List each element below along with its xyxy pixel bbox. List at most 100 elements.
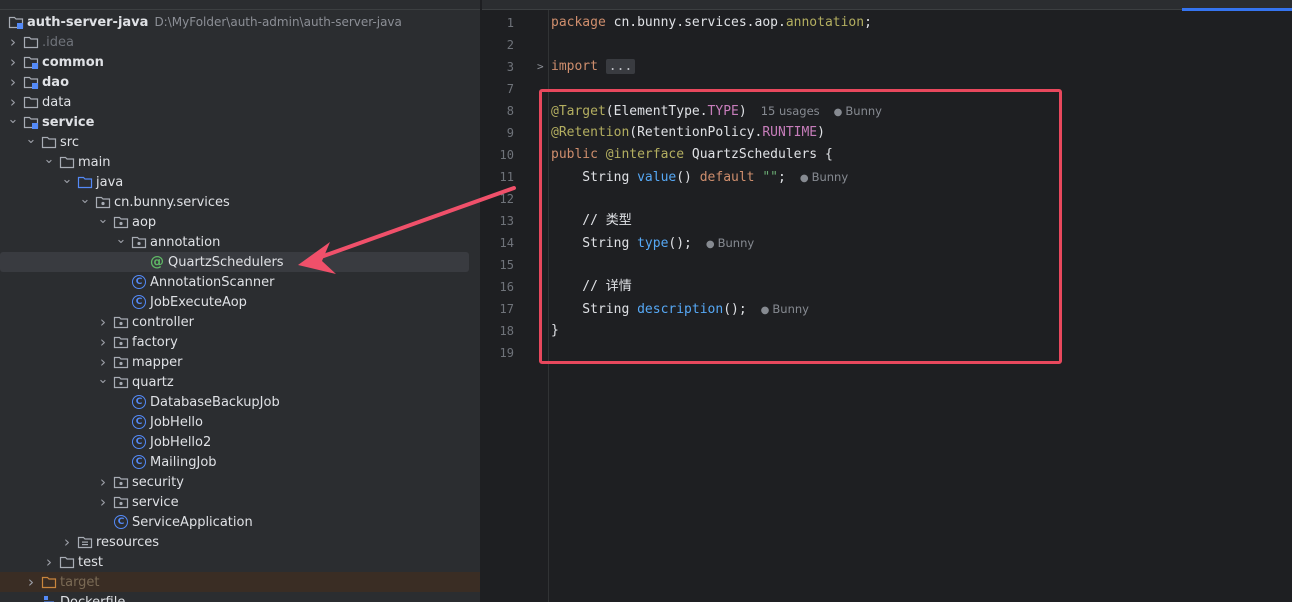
module-icon <box>8 14 24 30</box>
chevron-down-icon[interactable]: ⌄ <box>78 189 92 209</box>
panel-toolbar <box>0 0 480 10</box>
tree-item[interactable]: ⌄ annotation <box>0 229 480 252</box>
tree-item-label: main <box>78 154 111 170</box>
class-icon: C <box>131 434 147 450</box>
tree-item[interactable]: › security <box>0 472 480 492</box>
chevron-right-icon[interactable]: › <box>6 52 20 72</box>
code-token: package <box>551 15 614 30</box>
line-number: 18 <box>499 324 514 338</box>
chevron-right-icon[interactable]: › <box>96 492 110 512</box>
line-number: 13 <box>499 214 514 228</box>
package-icon <box>131 234 147 250</box>
folder-icon <box>23 94 39 110</box>
package-icon <box>113 334 129 350</box>
source-folder-icon <box>77 174 93 190</box>
tree-item-label: src <box>60 134 79 150</box>
class-icon: C <box>131 414 147 430</box>
code-line[interactable]: 3 > import ... <box>482 56 1292 78</box>
tree-item[interactable]: ›CMailingJob <box>0 452 480 472</box>
tree-item[interactable]: ⌄ aop <box>0 209 480 232</box>
tree-item[interactable]: › test <box>0 552 480 572</box>
folder-icon <box>59 554 75 570</box>
tree-item-label: quartz <box>132 374 174 390</box>
tree-item-label: controller <box>132 314 195 330</box>
tree-item[interactable]: › factory <box>0 332 480 352</box>
class-icon: C <box>131 274 147 290</box>
tree-item-label: Dockerfile <box>60 594 126 602</box>
tree-item[interactable]: › data <box>0 92 480 112</box>
code-line[interactable]: 1 package cn.bunny.services.aop.annotatio… <box>482 12 1292 34</box>
chevron-down-icon[interactable]: ⌄ <box>42 149 56 169</box>
line-number: 3 <box>506 60 514 74</box>
tree-item[interactable]: › mapper <box>0 352 480 372</box>
tree-item[interactable]: › common <box>0 52 480 72</box>
chevron-down-icon[interactable]: ⌄ <box>114 229 128 249</box>
chevron-right-icon[interactable]: › <box>24 572 38 592</box>
tree-item-label: mapper <box>132 354 183 370</box>
tree-item[interactable]: › controller <box>0 312 480 332</box>
tree-item[interactable]: ⌄ cn.bunny.services <box>0 189 480 212</box>
tree-item[interactable]: ›CJobExecuteAop <box>0 292 480 312</box>
code-line[interactable]: 2 <box>482 34 1292 56</box>
tree-item-label: factory <box>132 334 178 350</box>
chevron-down-icon[interactable]: ⌄ <box>96 369 110 389</box>
project-path: D:\MyFolder\auth-admin\auth-server-java <box>154 15 402 29</box>
chevron-right-icon[interactable]: › <box>6 72 20 92</box>
tree-item[interactable]: ⌄ service <box>0 109 480 132</box>
tree-item[interactable]: ›CServiceApplication <box>0 512 480 532</box>
tree-item-label: annotation <box>150 234 221 250</box>
tree-item[interactable]: ⌄ java <box>0 169 480 192</box>
chevron-down-icon[interactable]: ⌄ <box>96 209 110 229</box>
chevron-right-icon[interactable]: › <box>6 32 20 52</box>
line-number: 17 <box>499 302 514 316</box>
tree-item[interactable]: ›CDatabaseBackupJob <box>0 392 480 412</box>
chevron-down-icon[interactable]: ⌄ <box>6 109 20 129</box>
chevron-right-icon[interactable]: › <box>96 332 110 352</box>
line-number: 19 <box>499 346 514 360</box>
chevron-right-icon[interactable]: › <box>42 552 56 572</box>
resources-folder-icon <box>77 534 93 550</box>
tree-item-label: service <box>42 114 95 130</box>
tree-item-label: security <box>132 474 184 490</box>
tree-item[interactable]: ⌄ src <box>0 129 480 152</box>
tree-item-label: data <box>42 94 72 110</box>
line-number: 14 <box>499 236 514 250</box>
package-icon <box>113 314 129 330</box>
tree-item[interactable]: ›CJobHello2 <box>0 432 480 452</box>
tree-item[interactable]: ›Dockerfile <box>0 592 480 602</box>
chevron-down-icon[interactable]: ⌄ <box>24 129 38 149</box>
tree-item-label: service <box>132 494 179 510</box>
tree-item[interactable]: › target <box>0 572 480 592</box>
tree-item[interactable]: › resources <box>0 532 480 552</box>
line-number: 16 <box>499 280 514 294</box>
tree-item-label: java <box>96 174 124 190</box>
chevron-down-icon[interactable]: ⌄ <box>60 169 74 189</box>
folder-icon <box>59 154 75 170</box>
tree-item[interactable]: ⌄ quartz <box>0 369 480 392</box>
package-icon <box>113 474 129 490</box>
tree-item[interactable]: ›CJobHello <box>0 412 480 432</box>
annotation-highlight-box <box>539 89 1062 364</box>
project-name: auth-server-java <box>27 14 149 30</box>
project-tree-panel: auth-server-java D:\MyFolder\auth-admin\… <box>0 0 481 602</box>
line-number: 8 <box>506 104 514 118</box>
chevron-right-icon[interactable]: › <box>60 532 74 552</box>
chevron-right-icon[interactable]: › <box>96 312 110 332</box>
tree-item[interactable]: › .idea <box>0 32 480 52</box>
tree-item[interactable]: › service <box>0 492 480 512</box>
class-icon: C <box>131 454 147 470</box>
tree-item-label: AnnotationScanner <box>150 274 275 290</box>
line-number: 10 <box>499 148 514 162</box>
code-text: import ... <box>551 56 636 78</box>
tree-root[interactable]: auth-server-java D:\MyFolder\auth-admin\… <box>0 12 480 32</box>
tree-item-label: .idea <box>42 34 74 50</box>
class-icon: C <box>131 394 147 410</box>
chevron-right-icon[interactable]: › <box>96 472 110 492</box>
tree-item[interactable]: ›@QuartzSchedulers <box>0 252 469 272</box>
fold-toggle-icon[interactable]: > <box>537 56 544 78</box>
tree-item[interactable]: ›CAnnotationScanner <box>0 272 480 292</box>
tree-item-label: aop <box>132 214 157 230</box>
spring-class-icon: C <box>113 514 129 530</box>
code-token: annotation <box>785 15 865 30</box>
tree-item[interactable]: › dao <box>0 72 480 92</box>
